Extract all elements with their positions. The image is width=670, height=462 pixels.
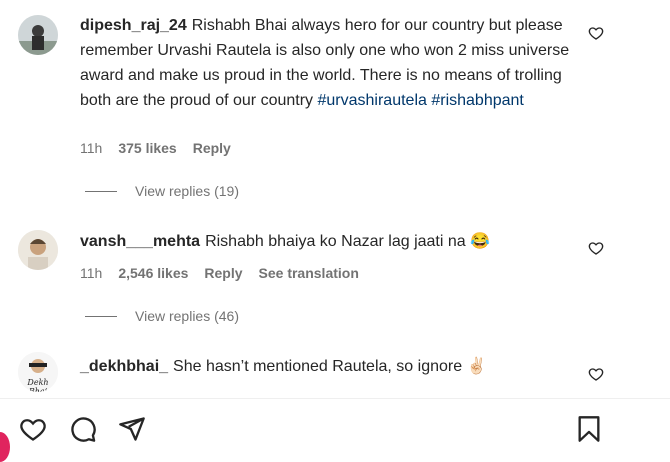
divider-line: [85, 190, 117, 192]
comment-text: dipesh_raj_24 Rishabh Bhai always hero fo…: [80, 13, 570, 113]
avatar[interactable]: [18, 15, 58, 55]
emoji: ✌🏻: [466, 358, 487, 375]
comment-meta: 11h 375 likes Reply: [80, 140, 231, 156]
red-indicator: [0, 432, 10, 462]
avatar[interactable]: Dekh Bhai: [18, 352, 58, 392]
view-replies-label: View replies (46): [135, 308, 240, 324]
comment-username[interactable]: vansh___mehta: [80, 233, 200, 250]
divider: [0, 398, 670, 399]
comment-body: She hasn’t mentioned Rautela, so ignore: [173, 358, 463, 375]
comment-text: _dekhbhai_ She hasn’t mentioned Rautela, …: [80, 354, 580, 379]
divider-line: [85, 315, 117, 317]
comment-text: vansh___mehta Rishabh bhaiya ko Nazar lag…: [80, 229, 580, 254]
comment-body: Rishabh bhaiya ko Nazar lag jaati na: [205, 233, 466, 250]
comment-time[interactable]: 11h: [80, 140, 102, 156]
view-replies-button[interactable]: View replies (46): [85, 308, 239, 324]
comment-likes[interactable]: 375 likes: [118, 140, 176, 156]
comment-time[interactable]: 11h: [80, 265, 102, 281]
reply-button[interactable]: Reply: [193, 140, 231, 156]
comment-likes[interactable]: 2,546 likes: [118, 265, 188, 281]
emoji: 😂: [470, 233, 491, 250]
heart-icon[interactable]: [588, 240, 604, 256]
share-icon[interactable]: [118, 415, 146, 443]
heart-icon[interactable]: [588, 25, 604, 41]
avatar-text: Dekh Bhai: [27, 378, 49, 392]
see-translation-button[interactable]: See translation: [259, 265, 359, 281]
bookmark-icon[interactable]: [575, 415, 603, 443]
heart-icon[interactable]: [19, 415, 47, 443]
reply-button[interactable]: Reply: [204, 265, 242, 281]
heart-icon[interactable]: [588, 366, 604, 382]
view-replies-button[interactable]: View replies (19): [85, 183, 239, 199]
comment-icon[interactable]: [69, 415, 97, 443]
comment-username[interactable]: dipesh_raj_24: [80, 17, 187, 34]
comment-meta: 11h 2,546 likes Reply See translation: [80, 265, 359, 281]
comment-hashtags[interactable]: #urvashirautela #rishabhpant: [318, 92, 524, 109]
view-replies-label: View replies (19): [135, 183, 240, 199]
avatar[interactable]: [18, 230, 58, 270]
comment-username[interactable]: _dekhbhai_: [80, 358, 168, 375]
